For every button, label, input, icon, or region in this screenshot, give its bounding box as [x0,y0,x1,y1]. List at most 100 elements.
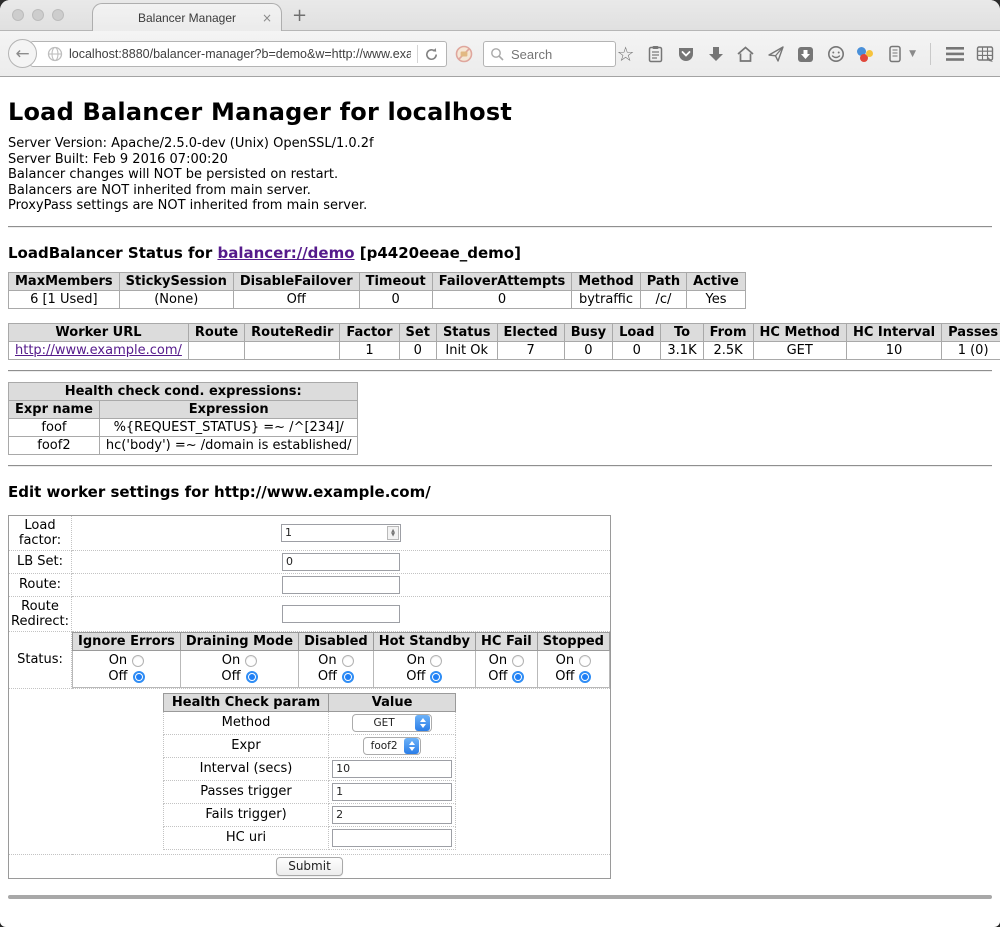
window-controls[interactable] [12,9,64,21]
route-redirect-input[interactable] [282,605,400,623]
disabled-on-radio[interactable] [342,655,354,667]
hot-standby-off-radio[interactable] [430,671,442,683]
extension-colordots-icon[interactable] [856,45,874,63]
method-selected-value: GET [353,717,415,729]
fails-trigger-input[interactable]: 2 [332,806,452,824]
cell-expression: hc('body') =~ /domain is established/ [99,436,358,454]
cell-maxmembers: 6 [1 Used] [9,290,120,308]
back-button[interactable]: ← [8,39,37,68]
home-icon[interactable] [736,45,755,64]
table-header-row: MaxMembers StickySession DisableFailover… [9,272,746,290]
select-stepper-icon [404,738,419,754]
cell-passes: 1 (0) [942,341,1000,359]
tab-close-icon[interactable]: × [262,11,272,25]
cell-expr-name: foof [9,418,100,436]
col-from: From [703,323,753,341]
cell-failoverattempts: 0 [432,290,572,308]
stopped-on-radio[interactable] [579,655,591,667]
toolbar-separator [930,43,931,65]
worker-status-table: Worker URL Route RouteRedir Factor Set S… [8,323,1000,360]
submit-button[interactable]: Submit [276,857,343,876]
lb-set-value: 0 [283,555,399,568]
load-factor-input[interactable]: 1 ▲▼ [281,524,401,542]
passes-trigger-input[interactable]: 1 [332,783,452,801]
col-hc-param: Health Check param [163,693,328,711]
col-load: Load [613,323,661,341]
url-bar[interactable]: localhost:8880/balancer-manager?b=demo&w… [30,41,447,67]
search-bar[interactable] [483,41,616,67]
passes-trigger-label: Passes trigger [163,780,328,803]
worker-url-link[interactable]: http://www.example.com/ [15,343,182,358]
tab-bar: Balancer Manager × + [0,0,1000,31]
col-method: Method [572,272,640,290]
interval-input[interactable]: 10 [332,760,452,778]
off-label: Off [488,669,507,684]
new-tab-button[interactable]: + [292,5,307,26]
col-passes: Passes [942,323,1000,341]
col-hc-value: Value [329,693,456,711]
on-label: On [318,653,336,668]
send-plane-icon[interactable] [766,45,785,64]
close-window-button[interactable] [12,9,24,21]
health-check-param-table: Health Check param Value Method GET [163,693,456,850]
proxypass-notice-line: ProxyPass settings are NOT inherited fro… [8,198,992,214]
disabled-off-radio[interactable] [342,671,354,683]
server-built-line: Server Built: Feb 9 2016 07:00:20 [8,152,992,168]
hc-uri-input[interactable] [332,829,452,847]
cell-to: 3.1K [661,341,703,359]
col-disabled: Disabled [299,632,374,650]
hello-chat-icon[interactable] [826,45,845,64]
table-row: http://www.example.com/ 1 0 Init Ok 7 0 … [9,341,1000,359]
page-title: Load Balancer Manager for localhost [8,98,992,126]
search-icon [490,47,504,61]
adblock-shield-icon[interactable] [455,45,473,63]
clipboard-icon[interactable] [646,45,665,64]
zoom-window-button[interactable] [52,9,64,21]
url-text[interactable]: localhost:8880/balancer-manager?b=demo&w… [69,47,411,61]
divider [8,370,992,372]
col-worker-url: Worker URL [9,323,189,341]
cell-expr-name: foof2 [9,436,100,454]
col-busy: Busy [564,323,612,341]
off-label: Off [406,669,425,684]
reload-icon[interactable] [424,47,439,62]
download-panel-icon[interactable] [796,45,815,64]
tab-balancer-manager[interactable]: Balancer Manager × [92,3,282,32]
hc-fail-off-radio[interactable] [512,671,524,683]
page-content: Load Balancer Manager for localhost Serv… [0,77,1000,926]
draining-mode-on-radio[interactable] [245,655,257,667]
ignore-errors-off-radio[interactable] [133,671,145,683]
hot-standby-on-radio[interactable] [430,655,442,667]
search-input[interactable] [509,46,609,63]
col-routeredir: RouteRedir [245,323,340,341]
col-stopped: Stopped [537,632,609,650]
bookmark-star-icon[interactable]: ☆ [616,45,635,64]
on-label: On [489,653,507,668]
col-hc-fail: HC Fail [476,632,538,650]
chevron-down-icon[interactable]: ▼ [909,49,916,59]
col-hc-interval: HC Interval [846,323,941,341]
expr-select[interactable]: foof2 [363,737,421,755]
cell-load: 0 [613,341,661,359]
lb-set-input[interactable]: 0 [282,553,400,571]
navigation-toolbar: ← localhost:8880/balancer-manager?b=demo… [0,31,1000,77]
balancer-demo-link[interactable]: balancer://demo [217,244,354,262]
col-status: Status [436,323,497,341]
sidebar-panel-icon[interactable] [885,45,904,64]
table-row: foof %{REQUEST_STATUS} =~ /^[234]/ [9,418,358,436]
route-input[interactable] [282,576,400,594]
hc-fail-on-radio[interactable] [512,655,524,667]
menu-hamburger-icon[interactable] [945,45,964,64]
stopped-off-radio[interactable] [579,671,591,683]
minimize-window-button[interactable] [32,9,44,21]
cell-from: 2.5K [703,341,753,359]
number-spinner-icon[interactable]: ▲▼ [387,526,399,540]
method-label: Method [163,711,328,734]
notes-grid-icon[interactable] [975,45,994,64]
method-select[interactable]: GET [352,714,432,732]
pocket-icon[interactable] [676,45,695,64]
ignore-errors-on-radio[interactable] [132,655,144,667]
draining-mode-off-radio[interactable] [246,671,258,683]
downloads-arrow-icon[interactable] [706,45,725,64]
cell-method: bytraffic [572,290,640,308]
